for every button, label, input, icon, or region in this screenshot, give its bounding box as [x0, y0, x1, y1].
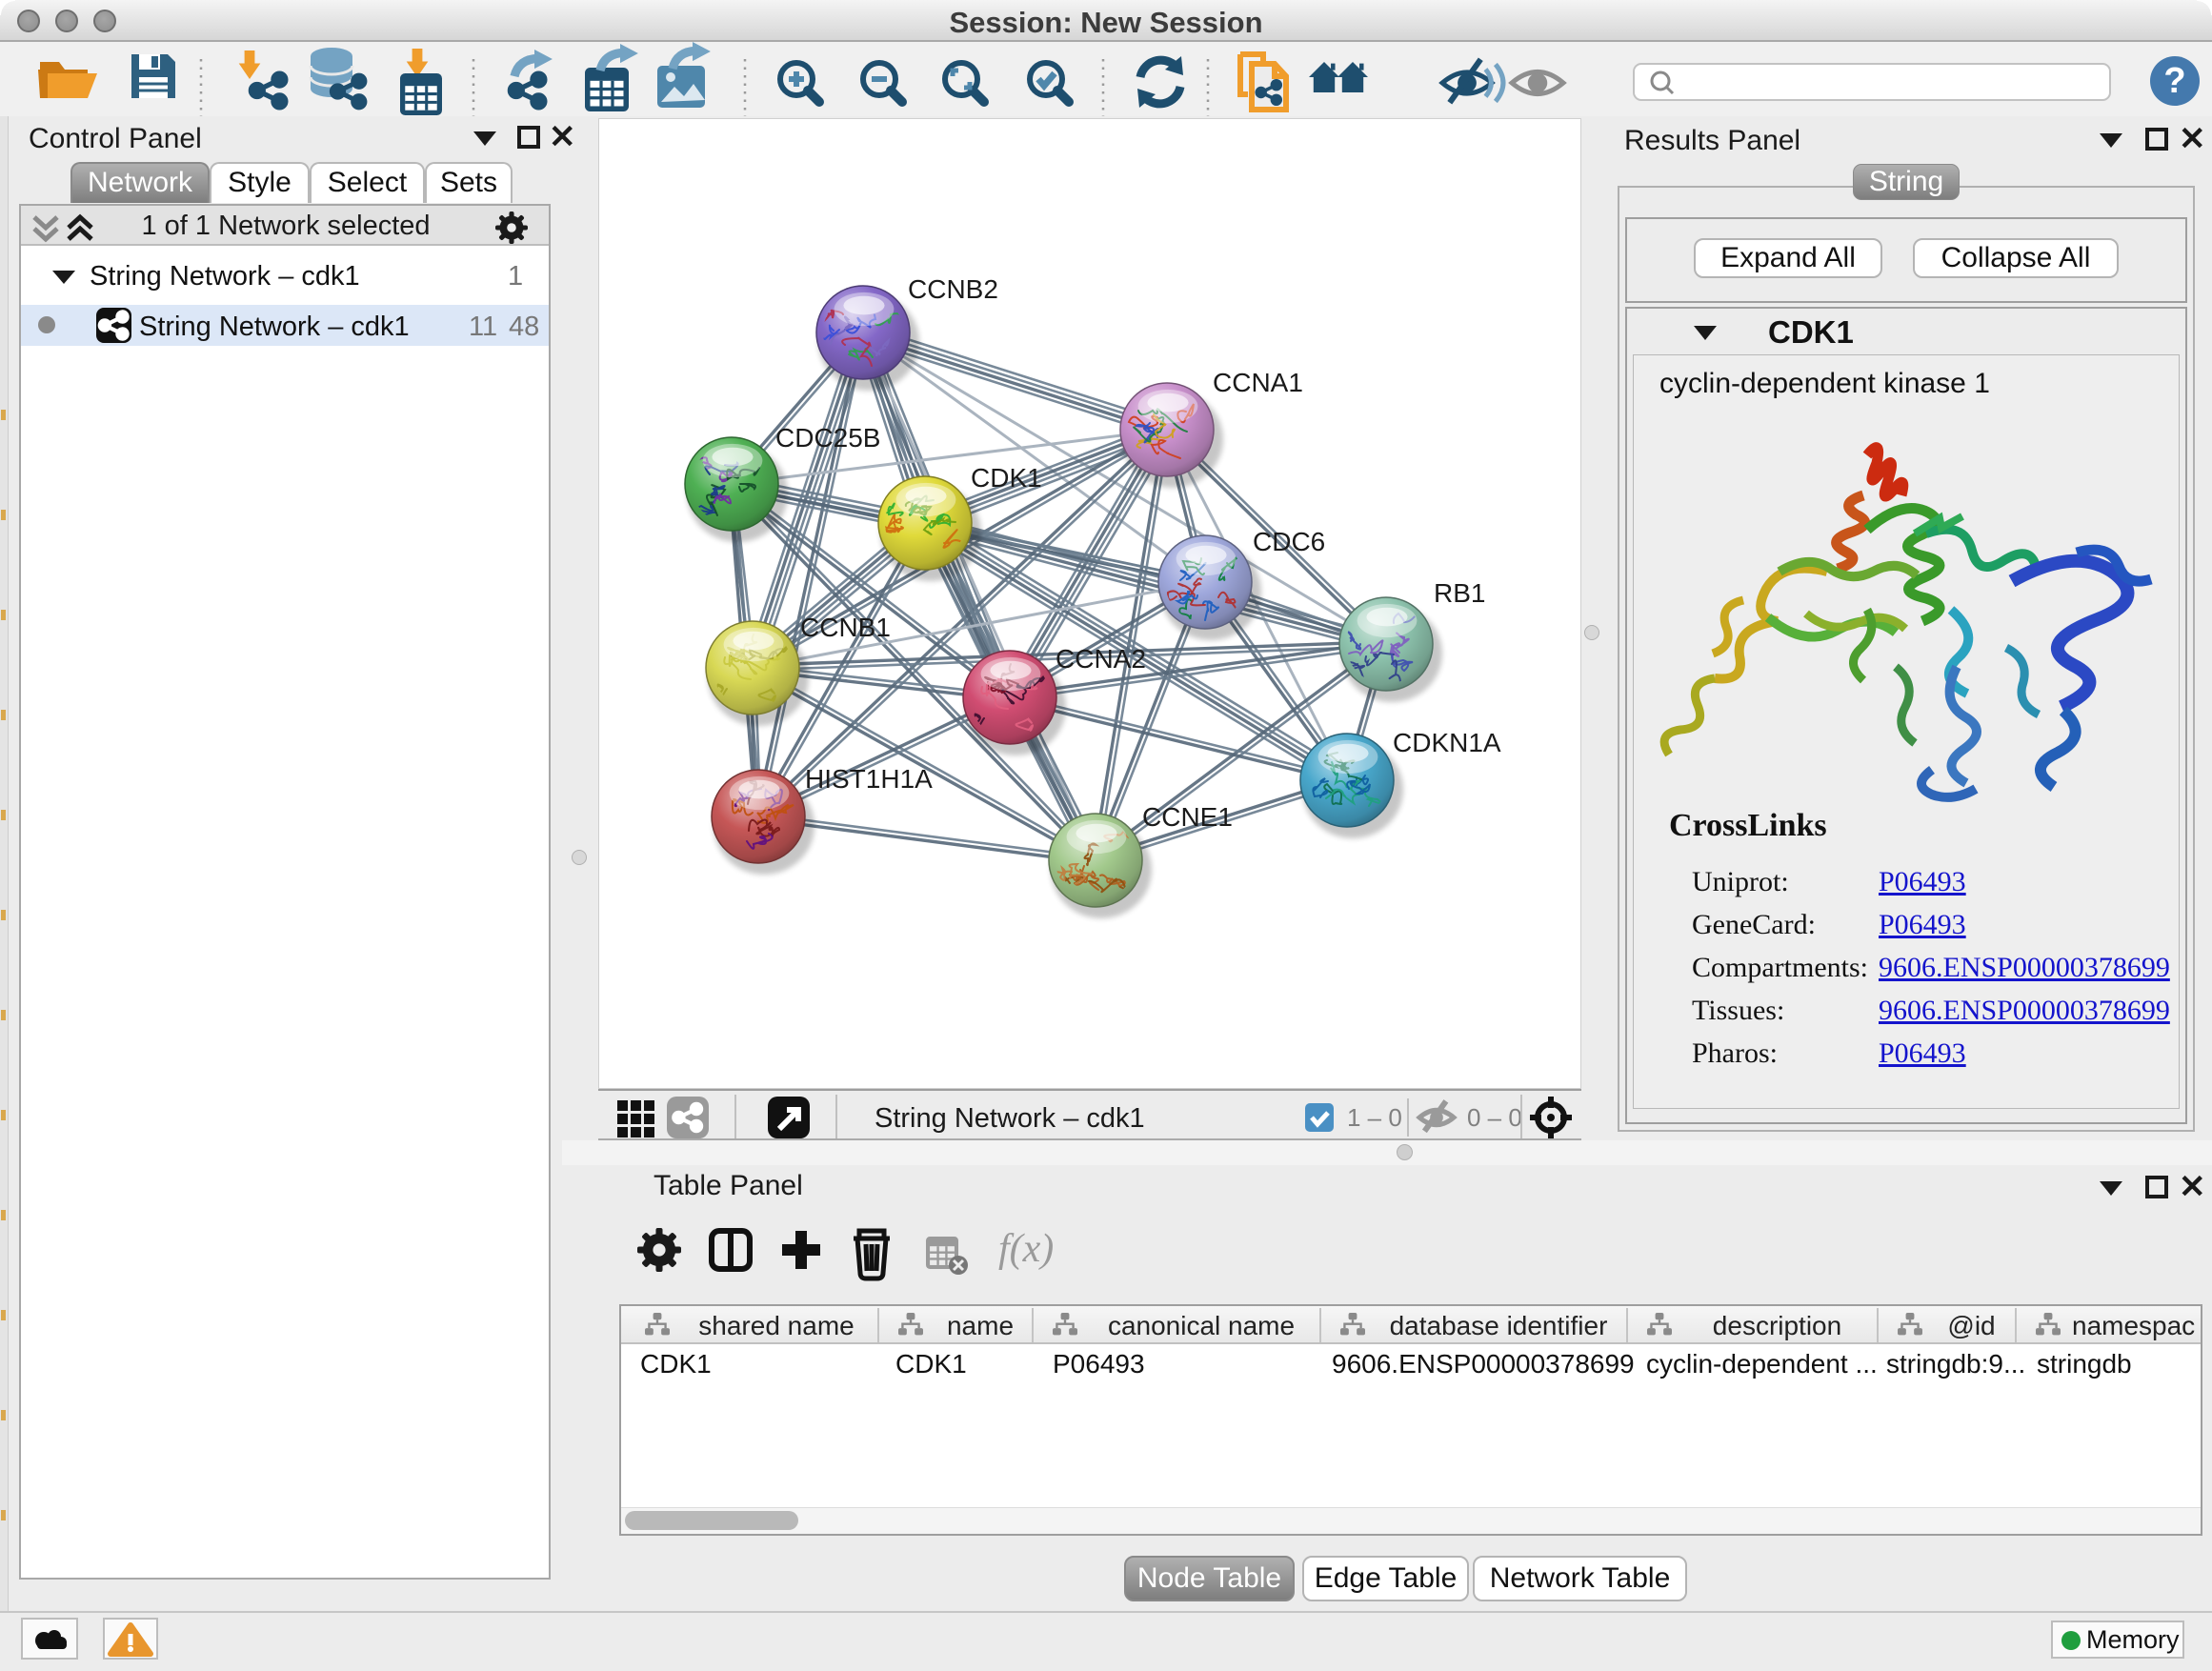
svg-text:String Network – cdk1: String Network – cdk1 — [875, 1103, 1145, 1134]
svg-text:CDC6: CDC6 — [1253, 527, 1325, 556]
svg-text:0 – 0: 0 – 0 — [1467, 1103, 1522, 1132]
svg-text:CDK1: CDK1 — [971, 463, 1042, 493]
svg-text:f(x): f(x) — [998, 1227, 1054, 1271]
svg-text:RB1: RB1 — [1434, 578, 1485, 608]
svg-text:CDKN1A: CDKN1A — [1393, 728, 1501, 757]
svg-text:CCNB2: CCNB2 — [908, 274, 998, 304]
svg-text:CCNE1: CCNE1 — [1142, 802, 1233, 832]
svg-text:CCNA2: CCNA2 — [1056, 644, 1146, 674]
svg-text:1 – 0: 1 – 0 — [1347, 1103, 1402, 1132]
svg-text:HIST1H1A: HIST1H1A — [805, 764, 933, 794]
svg-text:CCNB1: CCNB1 — [800, 613, 891, 642]
svg-text:CDC25B: CDC25B — [775, 423, 880, 453]
svg-text:CCNA1: CCNA1 — [1213, 368, 1303, 397]
